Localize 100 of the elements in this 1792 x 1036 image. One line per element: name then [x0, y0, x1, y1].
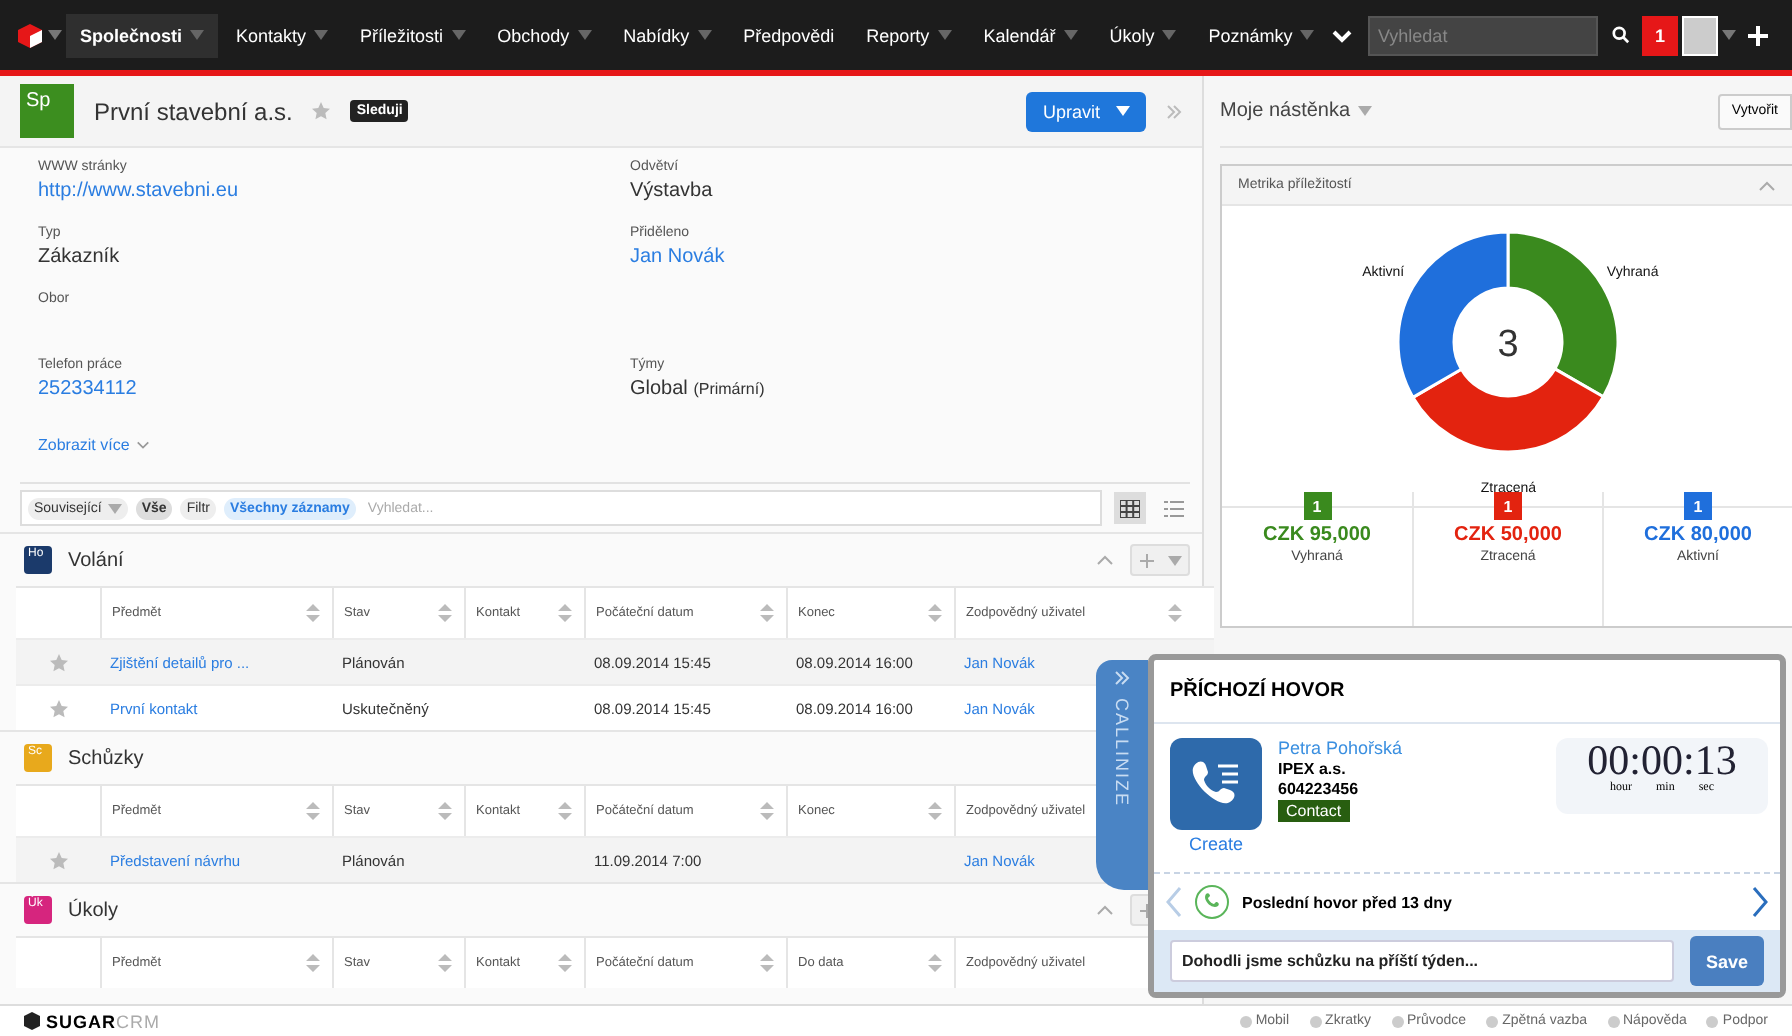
- sort-icon: [556, 954, 574, 972]
- nav-tab[interactable]: Reporty: [852, 13, 966, 57]
- chevron-down-icon[interactable]: [1332, 27, 1353, 43]
- sugarcrm-logo: SUGARCRM: [24, 1011, 161, 1031]
- amount-value: CZK 95,000: [1263, 524, 1371, 546]
- caret-icon: [314, 30, 329, 40]
- panel-title: Schůzky: [68, 747, 146, 769]
- record-name: První stavební a.s.: [94, 97, 293, 125]
- user-avatar[interactable]: [1682, 15, 1718, 55]
- plus-icon: [1139, 903, 1153, 917]
- nav-tab[interactable]: Kontakty: [222, 13, 343, 57]
- dot-icon: [1486, 1015, 1499, 1027]
- nav-tab[interactable]: Úkoly: [1095, 13, 1191, 57]
- caret-icon: [451, 30, 466, 40]
- sort-icon: [556, 802, 574, 820]
- sort-icon: [926, 604, 944, 622]
- record-avatar: Sp: [20, 84, 74, 138]
- sort-icon: [436, 954, 454, 972]
- plus-icon: [1748, 25, 1768, 45]
- field-link[interactable]: http://www.stavebni.eu: [38, 180, 630, 202]
- last-call-text: Poslední hovor před 13 dny: [1242, 893, 1454, 911]
- dot-icon: [1309, 1015, 1322, 1027]
- sort-icon: [304, 604, 322, 622]
- nav-tab[interactable]: Předpovědi: [729, 13, 849, 57]
- chevron-down-icon: [135, 440, 150, 450]
- sort-icon: [436, 604, 454, 622]
- sort-icon: [926, 954, 944, 972]
- count-badge: 1: [1684, 492, 1712, 520]
- search-field[interactable]: Vyhledat: [1368, 15, 1598, 55]
- chevron-left-icon[interactable]: [1166, 886, 1182, 918]
- contact-tag: Contact: [1278, 800, 1350, 822]
- caret-icon: [1358, 106, 1373, 116]
- sort-icon: [758, 802, 776, 820]
- dot-icon: [1706, 1015, 1719, 1027]
- caret-icon: [697, 30, 712, 40]
- notification-badge[interactable]: 1: [1642, 15, 1678, 55]
- caret-icon: [48, 30, 62, 40]
- plus-icon: [1139, 553, 1153, 567]
- count-badge: 1: [1494, 492, 1522, 520]
- header-cell: [16, 936, 100, 988]
- dot-icon: [1391, 1015, 1403, 1027]
- caret-icon: [1722, 30, 1736, 40]
- nav-tab[interactable]: Nabídky: [609, 13, 726, 57]
- sort-icon: [304, 954, 322, 972]
- edit-button[interactable]: Upravit: [1026, 91, 1146, 131]
- dashboard-title[interactable]: Moje nástěnka: [1220, 100, 1373, 122]
- nav-tab[interactable]: Poznámky: [1194, 13, 1329, 57]
- caret-icon: [937, 30, 952, 40]
- sort-icon: [436, 802, 454, 820]
- count-badge: 1: [1303, 492, 1331, 520]
- save-button[interactable]: Save: [1690, 936, 1764, 986]
- nav-tab[interactable]: Příležitosti: [346, 13, 480, 57]
- sort-icon: [758, 954, 776, 972]
- cube-logo-icon[interactable]: [16, 21, 44, 49]
- phone-icon: [1194, 884, 1230, 920]
- caret-icon: [1116, 106, 1130, 116]
- panel-title: Volání: [68, 549, 126, 571]
- company-name: IPEX a.s.: [1278, 760, 1348, 778]
- sort-icon: [1166, 604, 1184, 622]
- star-icon[interactable]: [312, 102, 331, 120]
- table-view-icon[interactable]: [1114, 492, 1146, 524]
- double-chevron-icon[interactable]: [1166, 103, 1182, 119]
- caret-icon: [1167, 555, 1181, 565]
- caret-icon: [1300, 30, 1315, 40]
- field-value: Zákazník: [38, 246, 122, 268]
- nav-tab[interactable]: Obchody: [483, 13, 606, 57]
- phone-app-icon[interactable]: [1170, 738, 1262, 830]
- chevron-right-icon[interactable]: [1752, 886, 1768, 918]
- amount-value: CZK 50,000: [1454, 524, 1562, 546]
- double-chevron-icon[interactable]: [1114, 670, 1130, 686]
- star-icon[interactable]: [49, 653, 67, 671]
- create-link[interactable]: Create: [1188, 834, 1243, 854]
- total-count: 3: [1496, 324, 1518, 366]
- dot-icon: [1607, 1015, 1619, 1027]
- field-link[interactable]: 252334112: [38, 378, 630, 400]
- collapse-icon[interactable]: [1096, 554, 1114, 566]
- panel-title: Úkoly: [68, 899, 121, 921]
- caret-icon: [1063, 30, 1078, 40]
- star-icon[interactable]: [49, 851, 67, 869]
- field-link[interactable]: Jan Novák: [630, 246, 1164, 268]
- sort-icon: [758, 604, 776, 622]
- show-more-link[interactable]: Zobrazit více: [0, 420, 1202, 482]
- star-icon[interactable]: [49, 699, 67, 717]
- field-value: Výstavba: [630, 180, 715, 202]
- dot-icon: [1239, 1015, 1252, 1027]
- call-title: PŘÍCHOZÍ HOVOR: [1154, 660, 1780, 724]
- caret-icon: [577, 30, 592, 40]
- sort-icon: [926, 802, 944, 820]
- collapse-icon[interactable]: [1758, 179, 1776, 191]
- caret-icon: [107, 503, 122, 513]
- field-value: Global (Primární): [630, 378, 767, 400]
- caret-icon: [1162, 30, 1177, 40]
- nav-tab[interactable]: Kalendář: [969, 13, 1092, 57]
- collapse-icon[interactable]: [1096, 904, 1114, 916]
- caret-icon: [190, 30, 205, 40]
- search-icon: [1611, 26, 1629, 44]
- note-field[interactable]: Dohodli jsme schůzku na příští týden...: [1170, 940, 1674, 982]
- amount-value: CZK 80,000: [1644, 524, 1752, 546]
- nav-tab[interactable]: Společnosti: [66, 13, 219, 57]
- phone-number: 604223456: [1278, 780, 1361, 798]
